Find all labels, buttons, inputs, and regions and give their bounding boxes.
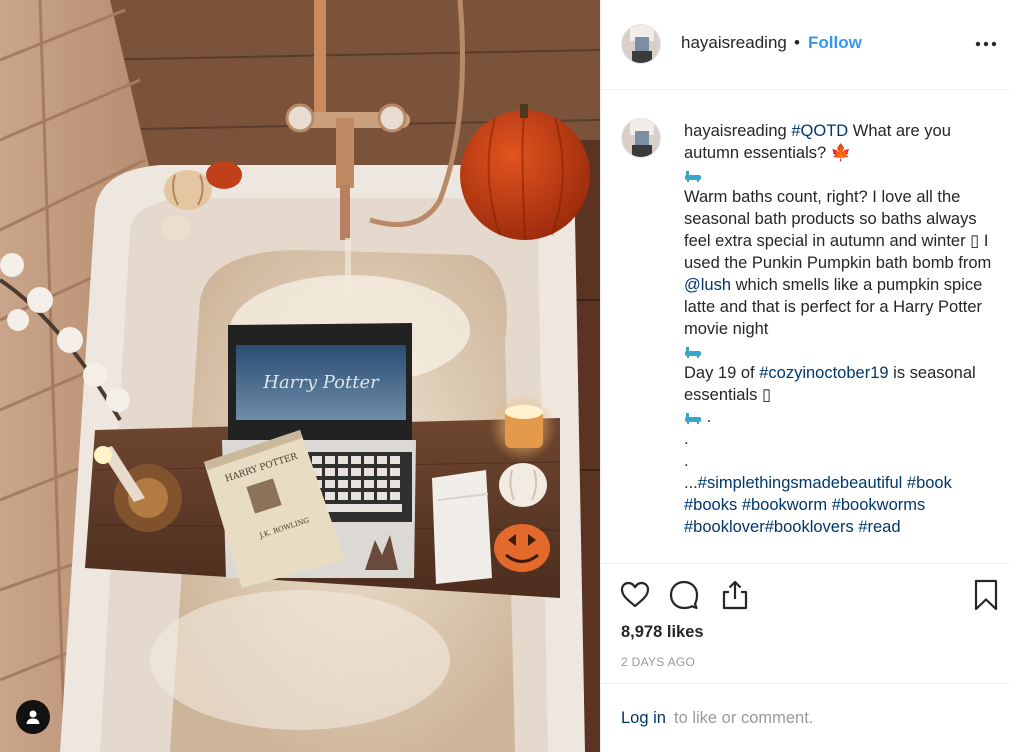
caption-username-link[interactable]: hayaisreading [684, 122, 787, 140]
hashtag-link[interactable]: #books [684, 496, 737, 514]
heart-icon [620, 581, 650, 608]
user-tag-button[interactable] [16, 700, 50, 734]
caption-text: hayaisreading #QOTD What are you autumn … [684, 120, 996, 538]
header-username-link[interactable]: hayaisreading [681, 33, 787, 53]
avatar-image [622, 119, 660, 157]
follow-button[interactable]: Follow [808, 33, 862, 53]
more-options-icon [975, 41, 997, 47]
hashtag-link[interactable]: #bookworm [742, 496, 827, 514]
like-button[interactable] [618, 578, 652, 612]
caption-area: hayaisreading #QOTD What are you autumn … [601, 90, 1010, 563]
avatar-image [622, 25, 660, 63]
avatar[interactable] [621, 24, 661, 64]
caption-dot: . [702, 408, 712, 426]
hashtag-link[interactable]: #bookworms [832, 496, 926, 514]
post-photo[interactable]: Harry Potter HARRY POTTER J.K. ROWLING [0, 0, 600, 752]
caption-dot-line: . [684, 452, 689, 470]
likes-count[interactable]: 8,978 likes [621, 623, 704, 642]
more-options-button[interactable] [974, 36, 998, 52]
bathtub-icon [685, 412, 701, 424]
share-button[interactable] [718, 578, 752, 612]
maple-leaf-icon: 🍁 [830, 144, 852, 162]
login-suffix-text: to like or comment. [674, 709, 814, 727]
hashtag-link[interactable]: #booklover [684, 518, 765, 536]
hashtag-qotd-link[interactable]: #QOTD [791, 122, 848, 140]
hashtag-link[interactable]: #read [858, 518, 900, 536]
save-button[interactable] [969, 578, 1003, 612]
bath-scene-image: Harry Potter HARRY POTTER J.K. ROWLING [0, 0, 600, 752]
caption-dot-line: . [684, 430, 689, 448]
caption-day-prefix: Day 19 of [684, 364, 760, 382]
user-tag-icon [26, 710, 40, 724]
share-icon [722, 580, 748, 610]
comment-icon [669, 580, 699, 610]
comment-button[interactable] [667, 578, 701, 612]
mention-lush-link[interactable]: @lush [684, 276, 731, 294]
post-side-panel: hayaisreading • Follow hayaisreading #QO… [600, 0, 1010, 752]
hashtag-challenge-link[interactable]: #cozyinoctober19 [759, 364, 888, 382]
bathtub-icon [685, 346, 701, 358]
header-separator: • [794, 33, 800, 52]
hashtag-link[interactable]: #book [907, 474, 952, 492]
login-bar: Log in to like or comment. [601, 683, 1010, 752]
hashtag-link[interactable]: #booklovers [765, 518, 854, 536]
laptop-screen-title: Harry Potter [262, 372, 380, 393]
caption-avatar[interactable] [621, 118, 661, 158]
bathtub-icon [685, 170, 701, 182]
hashtag-link[interactable]: #simplethingsmadebeautiful [698, 474, 903, 492]
bookmark-icon [974, 579, 998, 611]
caption-ellipsis: ... [684, 474, 698, 492]
post-header: hayaisreading • Follow [601, 0, 1010, 90]
post-timestamp: 2 DAYS AGO [621, 655, 696, 669]
caption-paragraph-1: Warm baths count, right? I love all the … [684, 188, 992, 272]
login-link[interactable]: Log in [621, 709, 666, 728]
